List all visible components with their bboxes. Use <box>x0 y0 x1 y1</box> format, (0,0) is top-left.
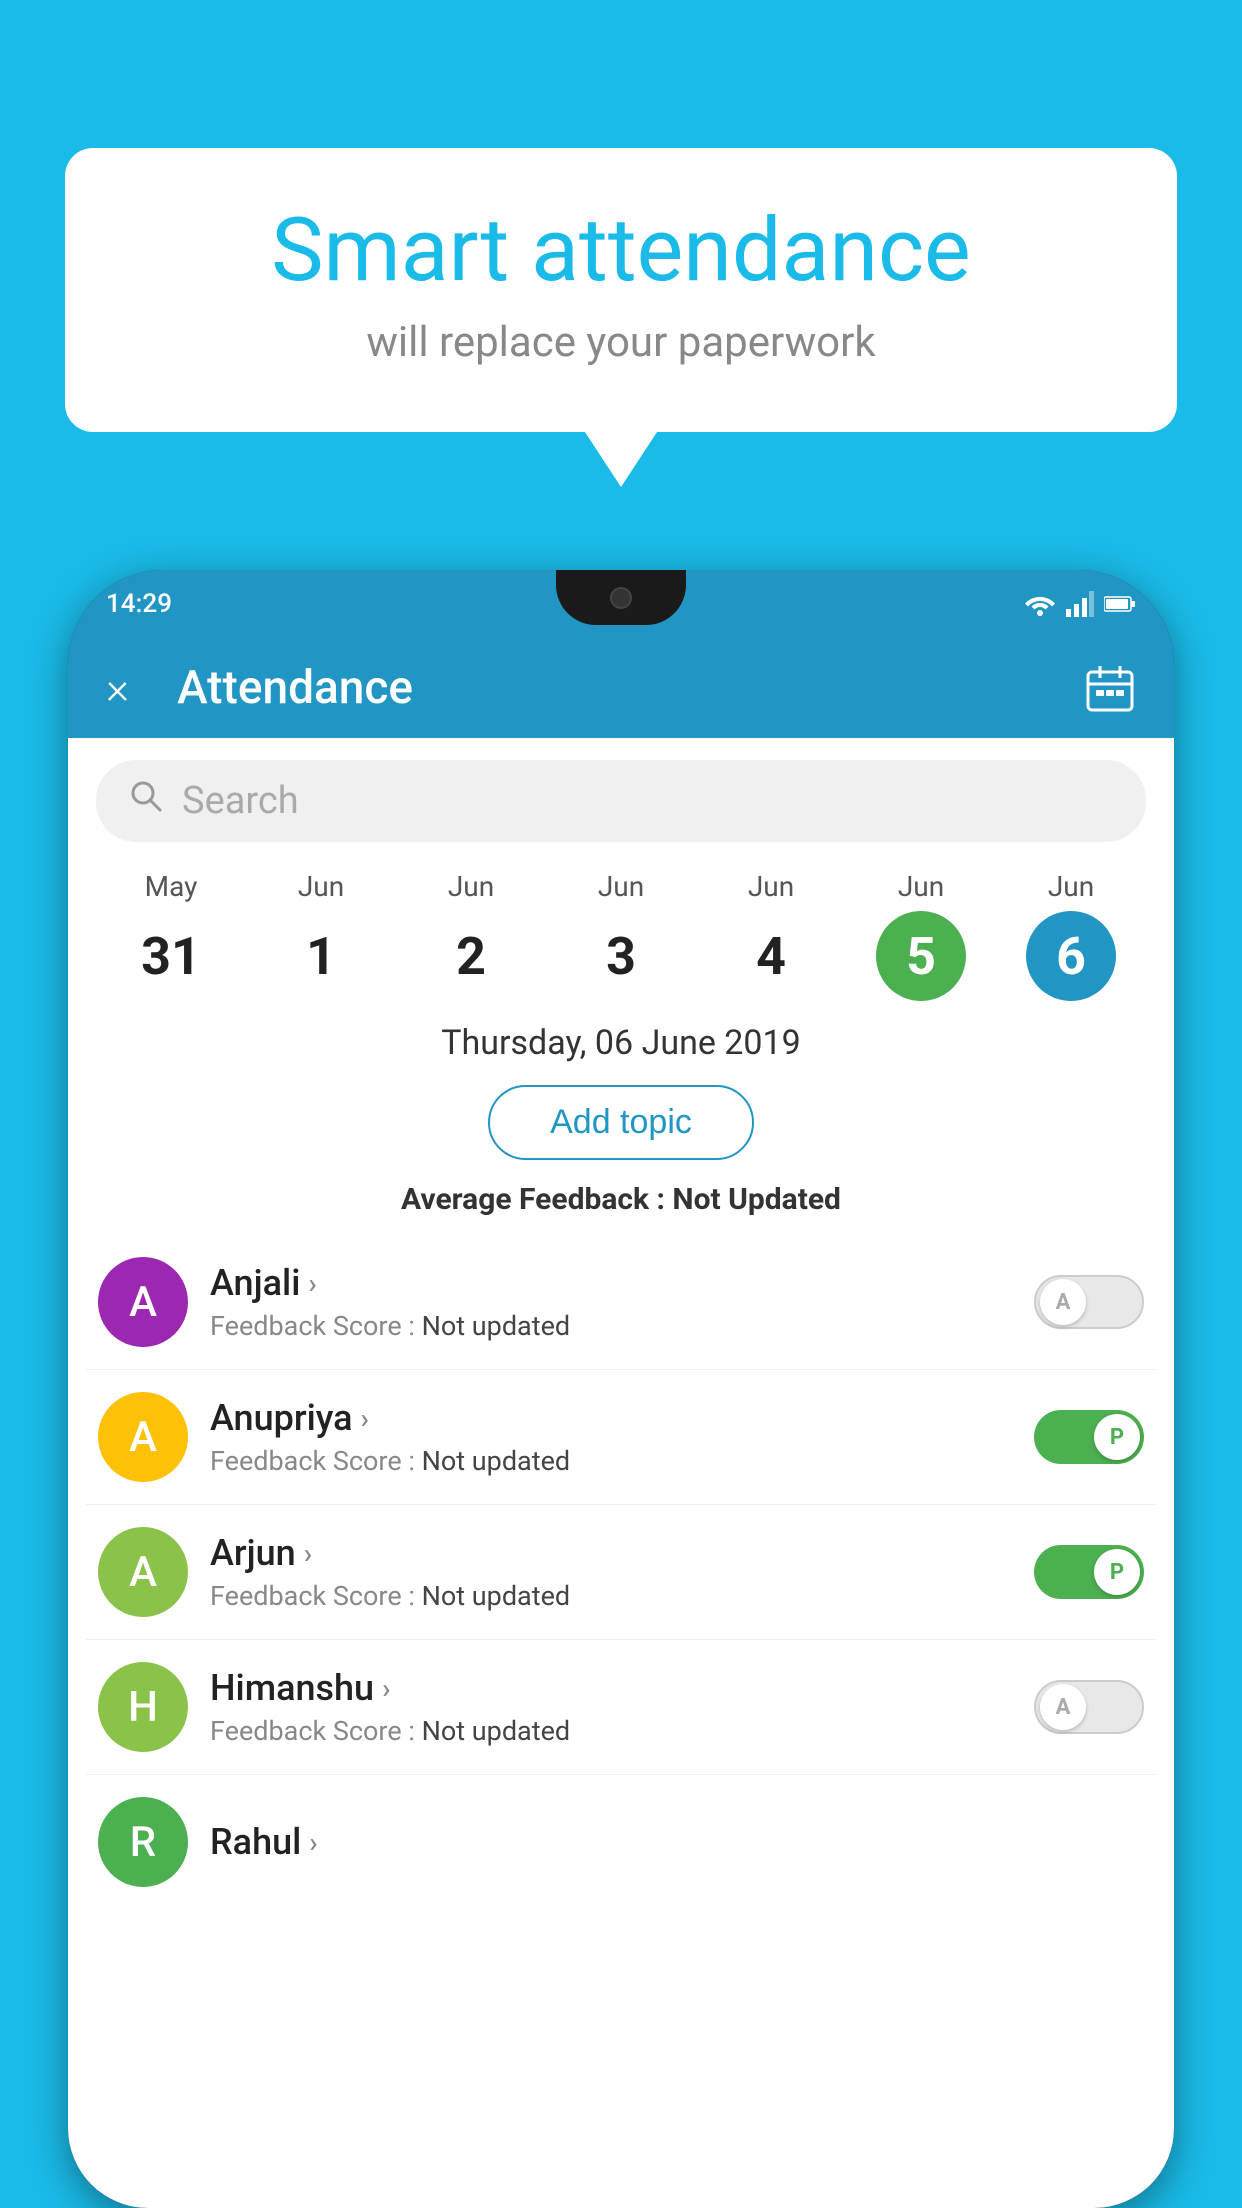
add-topic-button[interactable]: Add topic <box>488 1085 754 1160</box>
attendance-toggle-arjun[interactable]: P <box>1034 1545 1144 1599</box>
toggle-himanshu[interactable]: A <box>1034 1680 1144 1734</box>
toggle-anupriya[interactable]: P <box>1034 1410 1144 1464</box>
bubble-title: Smart attendance <box>125 203 1117 300</box>
phone-frame: 14:29 <box>68 570 1174 2208</box>
feedback-score-arjun: Feedback Score : Not updated <box>210 1580 1012 1612</box>
student-item-arjun[interactable]: A Arjun › Feedback Score : Not updated P <box>86 1505 1156 1640</box>
student-name-anjali: Anjali › <box>210 1262 1012 1304</box>
attendance-toggle-anupriya[interactable]: P <box>1034 1410 1144 1464</box>
battery-icon <box>1104 595 1136 613</box>
student-item-partial: R Rahul › <box>86 1775 1156 1887</box>
avatar-arjun: A <box>98 1527 188 1617</box>
attendance-toggle-himanshu[interactable]: A <box>1034 1680 1144 1734</box>
chevron-right-icon: › <box>361 1402 369 1435</box>
student-list: A Anjali › Feedback Score : Not updated … <box>68 1235 1174 1887</box>
student-name-himanshu: Himanshu › <box>210 1667 1012 1709</box>
chevron-right-icon: › <box>382 1672 390 1705</box>
student-info-partial: Rahul › <box>210 1821 1144 1863</box>
app-title: Attendance <box>177 661 1084 715</box>
notch <box>556 570 686 625</box>
student-item-himanshu[interactable]: H Himanshu › Feedback Score : Not update… <box>86 1640 1156 1775</box>
status-time: 14:29 <box>106 589 172 619</box>
student-info-anupriya: Anupriya › Feedback Score : Not updated <box>210 1397 1012 1477</box>
feedback-score-anupriya: Feedback Score : Not updated <box>210 1445 1012 1477</box>
date-jun6[interactable]: Jun 6 <box>996 870 1146 1001</box>
student-name-arjun: Arjun › <box>210 1532 1012 1574</box>
date-jun1[interactable]: Jun 1 <box>246 870 396 1001</box>
average-feedback: Average Feedback : Not Updated <box>68 1182 1174 1217</box>
student-item-anjali[interactable]: A Anjali › Feedback Score : Not updated … <box>86 1235 1156 1370</box>
date-may31[interactable]: May 31 <box>96 870 246 1001</box>
student-info-arjun: Arjun › Feedback Score : Not updated <box>210 1532 1012 1612</box>
camera <box>610 587 632 609</box>
date-jun4[interactable]: Jun 4 <box>696 870 846 1001</box>
selected-date-label: Thursday, 06 June 2019 <box>68 1023 1174 1063</box>
avatar-himanshu: H <box>98 1662 188 1752</box>
chevron-right-icon: › <box>304 1537 312 1570</box>
chevron-right-icon: › <box>308 1267 316 1300</box>
toggle-anjali[interactable]: A <box>1034 1275 1144 1329</box>
app-header: × Attendance <box>68 638 1174 738</box>
student-info-himanshu: Himanshu › Feedback Score : Not updated <box>210 1667 1012 1747</box>
search-bar[interactable]: Search <box>96 760 1146 842</box>
avatar-partial: R <box>98 1797 188 1887</box>
calendar-icon[interactable] <box>1084 662 1136 714</box>
status-bar: 14:29 <box>68 570 1174 638</box>
feedback-score-himanshu: Feedback Score : Not updated <box>210 1715 1012 1747</box>
student-item-anupriya[interactable]: A Anupriya › Feedback Score : Not update… <box>86 1370 1156 1505</box>
avatar-anjali: A <box>98 1257 188 1347</box>
feedback-score-anjali: Feedback Score : Not updated <box>210 1310 1012 1342</box>
chevron-right-icon: › <box>309 1826 317 1859</box>
date-jun5[interactable]: Jun 5 <box>846 870 996 1001</box>
attendance-toggle-anjali[interactable]: A <box>1034 1275 1144 1329</box>
toggle-arjun[interactable]: P <box>1034 1545 1144 1599</box>
date-jun2[interactable]: Jun 2 <box>396 870 546 1001</box>
student-info-anjali: Anjali › Feedback Score : Not updated <box>210 1262 1012 1342</box>
signal-icon <box>1066 591 1094 617</box>
avatar-anupriya: A <box>98 1392 188 1482</box>
student-name-partial: Rahul › <box>210 1821 1144 1863</box>
phone-screen: Search May 31 Jun 1 Jun 2 Jun 3 Jun 4 <box>68 738 1174 2208</box>
status-icons <box>1024 591 1136 617</box>
student-name-anupriya: Anupriya › <box>210 1397 1012 1439</box>
date-jun3[interactable]: Jun 3 <box>546 870 696 1001</box>
search-input[interactable]: Search <box>182 779 299 823</box>
search-icon <box>128 778 164 824</box>
wifi-icon <box>1024 591 1056 617</box>
speech-bubble: Smart attendance will replace your paper… <box>65 148 1177 432</box>
close-button[interactable]: × <box>106 662 129 714</box>
bubble-subtitle: will replace your paperwork <box>125 318 1117 367</box>
date-strip: May 31 Jun 1 Jun 2 Jun 3 Jun 4 Jun 5 <box>68 842 1174 1001</box>
